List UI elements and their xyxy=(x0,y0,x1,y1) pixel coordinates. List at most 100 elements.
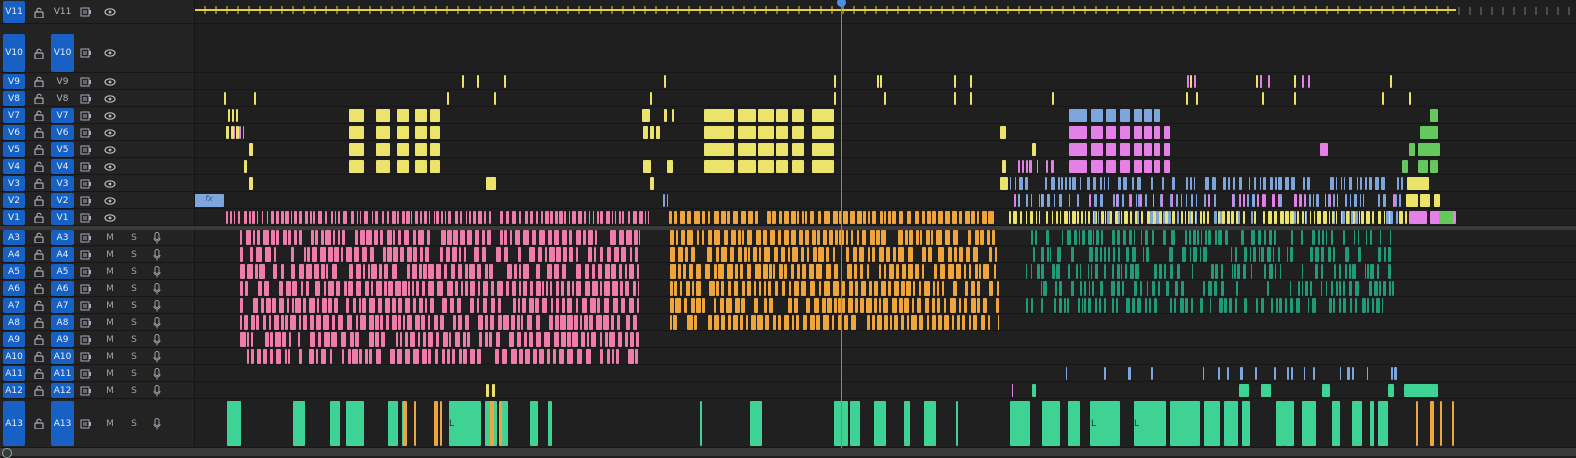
clip[interactable] xyxy=(1146,281,1149,296)
clip[interactable] xyxy=(294,230,297,245)
clip[interactable] xyxy=(936,281,939,296)
clip[interactable] xyxy=(1379,281,1382,296)
clip[interactable] xyxy=(585,264,589,279)
clip[interactable] xyxy=(730,230,737,245)
clip[interactable] xyxy=(245,281,249,296)
clip[interactable] xyxy=(633,230,638,245)
clip[interactable] xyxy=(1367,264,1369,279)
clip[interactable] xyxy=(1304,281,1308,296)
clip[interactable] xyxy=(1168,211,1171,224)
clip[interactable] xyxy=(569,247,573,262)
clip[interactable] xyxy=(1383,247,1386,262)
clip[interactable] xyxy=(974,264,978,279)
clip[interactable] xyxy=(1158,264,1163,279)
clip[interactable] xyxy=(1262,194,1265,207)
clip[interactable] xyxy=(444,264,447,279)
clip[interactable] xyxy=(1358,247,1362,262)
clip[interactable] xyxy=(497,315,503,330)
sync-lock-icon[interactable] xyxy=(80,318,92,328)
clip[interactable] xyxy=(1130,194,1133,207)
solo-button[interactable]: S xyxy=(128,385,140,397)
clip[interactable] xyxy=(319,247,326,262)
clip[interactable] xyxy=(1120,126,1130,139)
clip[interactable] xyxy=(504,75,506,88)
clip[interactable] xyxy=(245,230,251,245)
clip[interactable] xyxy=(656,126,660,139)
clip[interactable] xyxy=(587,230,593,245)
lock-icon[interactable] xyxy=(33,249,45,260)
track-header-v9[interactable]: V9 V9 xyxy=(0,73,194,90)
clip[interactable] xyxy=(1193,177,1195,190)
clip[interactable] xyxy=(696,230,699,245)
clip[interactable] xyxy=(1354,298,1357,313)
clip[interactable] xyxy=(474,230,479,245)
track-header-v2[interactable]: V2 V2 xyxy=(0,192,194,209)
clip[interactable] xyxy=(1190,75,1192,88)
sync-lock-icon[interactable] xyxy=(80,233,92,243)
clip[interactable] xyxy=(444,211,446,224)
clip[interactable] xyxy=(368,264,371,279)
clip[interactable] xyxy=(638,211,643,224)
clip[interactable] xyxy=(1058,177,1060,190)
clip[interactable] xyxy=(826,247,829,262)
clip[interactable] xyxy=(459,247,462,262)
clip[interactable] xyxy=(284,349,287,364)
clip[interactable] xyxy=(884,92,886,105)
clip[interactable] xyxy=(1264,194,1267,207)
clip[interactable] xyxy=(403,401,407,446)
clip[interactable] xyxy=(242,126,244,139)
clip[interactable] xyxy=(1100,194,1103,207)
clip[interactable] xyxy=(1284,401,1294,446)
clip[interactable] xyxy=(1111,230,1115,245)
clip[interactable] xyxy=(413,349,419,364)
clip[interactable] xyxy=(249,143,253,156)
clip[interactable] xyxy=(234,211,236,224)
clip[interactable] xyxy=(1125,264,1128,279)
clip[interactable] xyxy=(889,264,894,279)
clip[interactable] xyxy=(1339,367,1342,380)
clip[interactable] xyxy=(643,160,651,173)
source-patch-v2[interactable]: V2 xyxy=(3,193,25,208)
clip[interactable] xyxy=(1285,298,1287,313)
clip[interactable] xyxy=(1278,247,1280,262)
clip[interactable] xyxy=(943,315,950,330)
clip[interactable] xyxy=(994,264,997,279)
clip-with-fx[interactable]: fx xyxy=(194,194,224,207)
clip[interactable] xyxy=(469,264,475,279)
clip[interactable] xyxy=(560,332,566,347)
clip[interactable] xyxy=(670,281,674,296)
clip[interactable] xyxy=(1242,211,1245,224)
clip[interactable] xyxy=(385,298,391,313)
clip[interactable] xyxy=(701,211,706,224)
clip[interactable] xyxy=(354,332,359,347)
clip[interactable] xyxy=(1071,281,1075,296)
clip[interactable] xyxy=(1225,230,1228,245)
clip[interactable] xyxy=(842,281,846,296)
clip[interactable] xyxy=(1031,194,1033,207)
clip[interactable] xyxy=(323,281,327,296)
clip[interactable] xyxy=(907,247,914,262)
clip[interactable] xyxy=(784,211,789,224)
clip[interactable] xyxy=(756,230,762,245)
clip[interactable] xyxy=(1369,264,1374,279)
clip[interactable] xyxy=(747,230,753,245)
clip[interactable] xyxy=(757,315,763,330)
clip[interactable] xyxy=(624,281,630,296)
clip[interactable] xyxy=(490,298,496,313)
clip[interactable] xyxy=(629,264,634,279)
clip[interactable] xyxy=(791,211,797,224)
clip[interactable] xyxy=(424,298,428,313)
mute-button[interactable]: M xyxy=(104,300,116,312)
clip[interactable] xyxy=(800,281,807,296)
lock-icon[interactable] xyxy=(33,93,45,104)
clip[interactable] xyxy=(1320,281,1323,296)
clip[interactable] xyxy=(638,281,640,296)
clip[interactable] xyxy=(1151,177,1154,190)
clip[interactable] xyxy=(1196,92,1198,105)
clip[interactable] xyxy=(1378,401,1388,446)
clip[interactable] xyxy=(417,230,424,245)
clip[interactable] xyxy=(959,247,963,262)
clip[interactable] xyxy=(240,264,246,279)
lock-icon[interactable] xyxy=(33,195,45,206)
clip[interactable] xyxy=(409,332,415,347)
